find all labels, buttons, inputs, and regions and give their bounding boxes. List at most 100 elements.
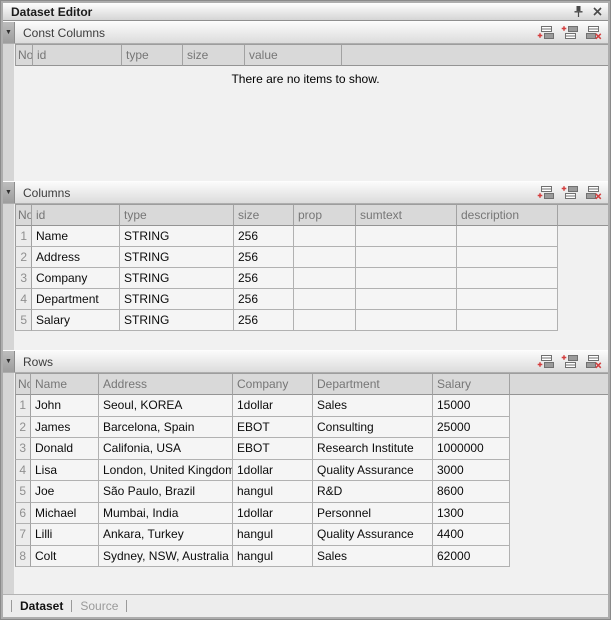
- table-cell[interactable]: R&D: [313, 481, 433, 503]
- table-cell[interactable]: Address: [32, 247, 120, 268]
- column-header[interactable]: Name: [31, 373, 99, 395]
- tab-dataset[interactable]: Dataset: [20, 599, 63, 613]
- column-header[interactable]: description: [457, 204, 558, 226]
- tab-source[interactable]: Source: [80, 599, 118, 613]
- row-number-cell[interactable]: 6: [15, 503, 31, 525]
- row-number-cell[interactable]: 5: [15, 310, 32, 331]
- table-cell[interactable]: 1dollar: [233, 503, 313, 525]
- table-cell[interactable]: 256: [234, 268, 294, 289]
- column-header[interactable]: value: [245, 44, 342, 66]
- table-cell[interactable]: [356, 247, 457, 268]
- table-row[interactable]: 1JohnSeoul, KOREA1dollarSales15000: [15, 395, 608, 417]
- chevron-down-icon[interactable]: ▼: [3, 182, 15, 203]
- table-cell[interactable]: Ankara, Turkey: [99, 524, 233, 546]
- row-number-cell[interactable]: 8: [15, 546, 31, 568]
- table-cell[interactable]: Michael: [31, 503, 99, 525]
- table-row[interactable]: 2AddressSTRING256: [15, 247, 608, 268]
- column-header[interactable]: size: [234, 204, 294, 226]
- table-cell[interactable]: Salary: [32, 310, 120, 331]
- table-cell[interactable]: 1dollar: [233, 395, 313, 417]
- row-number-cell[interactable]: 2: [15, 417, 31, 439]
- pin-icon[interactable]: [570, 5, 586, 19]
- column-header[interactable]: size: [183, 44, 245, 66]
- table-cell[interactable]: Quality Assurance: [313, 460, 433, 482]
- chevron-down-icon[interactable]: ▼: [3, 351, 15, 372]
- table-cell[interactable]: [457, 247, 558, 268]
- table-row[interactable]: 5JoeSão Paulo, BrazilhangulR&D8600: [15, 481, 608, 503]
- table-row[interactable]: 1NameSTRING256: [15, 226, 608, 247]
- table-cell[interactable]: 256: [234, 247, 294, 268]
- column-header[interactable]: No: [15, 44, 33, 66]
- table-cell[interactable]: hangul: [233, 481, 313, 503]
- table-cell[interactable]: [457, 226, 558, 247]
- insert-row-icon[interactable]: [561, 25, 578, 40]
- table-cell[interactable]: STRING: [120, 247, 234, 268]
- table-row[interactable]: 7LilliAnkara, TurkeyhangulQuality Assura…: [15, 524, 608, 546]
- table-cell[interactable]: 15000: [433, 395, 510, 417]
- insert-row-icon[interactable]: [561, 354, 578, 369]
- table-cell[interactable]: 1000000: [433, 438, 510, 460]
- table-cell[interactable]: [294, 289, 356, 310]
- table-cell[interactable]: Colt: [31, 546, 99, 568]
- table-row[interactable]: 3CompanySTRING256: [15, 268, 608, 289]
- row-number-cell[interactable]: 1: [15, 395, 31, 417]
- table-cell[interactable]: 256: [234, 289, 294, 310]
- table-cell[interactable]: São Paulo, Brazil: [99, 481, 233, 503]
- table-cell[interactable]: 62000: [433, 546, 510, 568]
- table-cell[interactable]: Lilli: [31, 524, 99, 546]
- table-cell[interactable]: London, United Kingdom: [99, 460, 233, 482]
- column-header[interactable]: No: [15, 373, 31, 395]
- table-cell[interactable]: James: [31, 417, 99, 439]
- table-cell[interactable]: 4400: [433, 524, 510, 546]
- table-cell[interactable]: hangul: [233, 524, 313, 546]
- table-cell[interactable]: STRING: [120, 289, 234, 310]
- table-cell[interactable]: Seoul, KOREA: [99, 395, 233, 417]
- table-cell[interactable]: [457, 310, 558, 331]
- row-number-cell[interactable]: 5: [15, 481, 31, 503]
- column-header[interactable]: id: [33, 44, 122, 66]
- table-cell[interactable]: Sydney, NSW, Australia: [99, 546, 233, 568]
- table-cell[interactable]: [294, 268, 356, 289]
- table-cell[interactable]: Company: [32, 268, 120, 289]
- table-cell[interactable]: STRING: [120, 310, 234, 331]
- table-cell[interactable]: Lisa: [31, 460, 99, 482]
- row-number-cell[interactable]: 7: [15, 524, 31, 546]
- table-cell[interactable]: EBOT: [233, 438, 313, 460]
- row-number-cell[interactable]: 4: [15, 460, 31, 482]
- column-header[interactable]: id: [32, 204, 120, 226]
- table-cell[interactable]: Califonia, USA: [99, 438, 233, 460]
- table-cell[interactable]: Sales: [313, 546, 433, 568]
- column-header[interactable]: [342, 44, 608, 66]
- append-row-icon[interactable]: [537, 185, 554, 200]
- column-header[interactable]: Company: [233, 373, 313, 395]
- table-cell[interactable]: 1dollar: [233, 460, 313, 482]
- close-icon[interactable]: [589, 5, 605, 19]
- table-cell[interactable]: John: [31, 395, 99, 417]
- column-header[interactable]: No: [15, 204, 32, 226]
- table-cell[interactable]: Barcelona, Spain: [99, 417, 233, 439]
- append-row-icon[interactable]: [537, 25, 554, 40]
- table-cell[interactable]: hangul: [233, 546, 313, 568]
- table-cell[interactable]: Consulting: [313, 417, 433, 439]
- table-cell[interactable]: Donald: [31, 438, 99, 460]
- append-row-icon[interactable]: [537, 354, 554, 369]
- column-header[interactable]: [510, 373, 608, 395]
- insert-row-icon[interactable]: [561, 185, 578, 200]
- table-cell[interactable]: 256: [234, 226, 294, 247]
- table-row[interactable]: 4LisaLondon, United Kingdom1dollarQualit…: [15, 460, 608, 482]
- table-row[interactable]: 6MichaelMumbai, India1dollarPersonnel130…: [15, 503, 608, 525]
- column-header[interactable]: prop: [294, 204, 356, 226]
- table-row[interactable]: 8ColtSydney, NSW, AustraliahangulSales62…: [15, 546, 608, 568]
- table-cell[interactable]: [457, 289, 558, 310]
- table-cell[interactable]: 25000: [433, 417, 510, 439]
- table-cell[interactable]: 256: [234, 310, 294, 331]
- column-header[interactable]: Salary: [433, 373, 510, 395]
- delete-row-icon[interactable]: [585, 185, 602, 200]
- delete-row-icon[interactable]: [585, 354, 602, 369]
- table-cell[interactable]: [294, 226, 356, 247]
- chevron-down-icon[interactable]: ▼: [3, 22, 15, 43]
- row-number-cell[interactable]: 2: [15, 247, 32, 268]
- table-cell[interactable]: [356, 310, 457, 331]
- table-row[interactable]: 2JamesBarcelona, SpainEBOTConsulting2500…: [15, 417, 608, 439]
- table-cell[interactable]: 1300: [433, 503, 510, 525]
